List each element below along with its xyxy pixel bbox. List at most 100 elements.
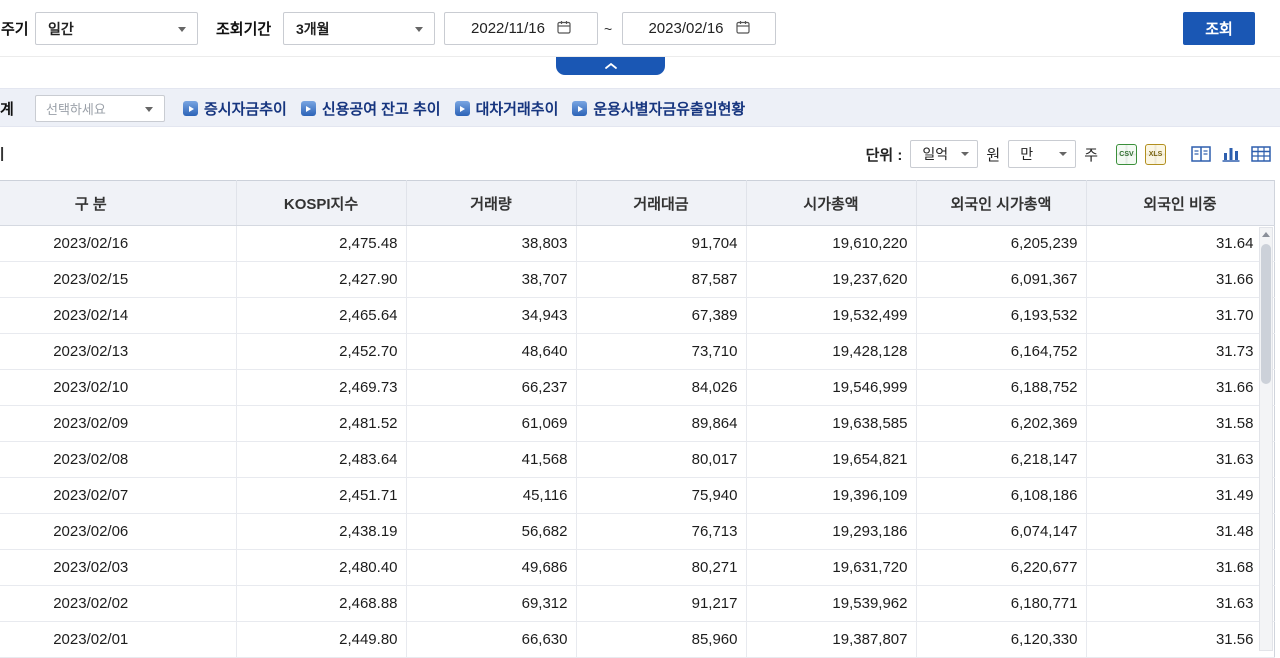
table-row: 2023/02/10 2,469.73 66,237 84,026 19,546,999…: [0, 369, 1275, 406]
col-header-value: 거래대금: [575, 180, 747, 226]
cell-value: 73,710: [575, 333, 747, 370]
cell-value: 2,468.88: [235, 585, 407, 622]
cell-value: 66,237: [405, 369, 577, 406]
cell-value: 69,312: [405, 585, 577, 622]
amount-unit-value: 일억: [922, 146, 949, 162]
col-header-marketcap: 시가총액: [745, 180, 917, 226]
col-header-volume: 거래량: [405, 180, 577, 226]
cell-date: 2023/02/15: [0, 261, 237, 298]
cell-value: 31.63: [1085, 585, 1275, 622]
chevron-down-icon: [961, 152, 970, 156]
split-view-icon[interactable]: [1190, 143, 1212, 165]
cell-value: 80,017: [575, 441, 747, 478]
play-icon: [572, 101, 588, 116]
cell-value: 38,803: [405, 225, 577, 262]
table-row: 2023/02/07 2,451.71 45,116 75,940 19,396,109…: [0, 477, 1275, 514]
table-row: 2023/02/03 2,480.40 49,686 80,271 19,631,720…: [0, 549, 1275, 586]
cell-value: 6,164,752: [915, 333, 1087, 370]
cell-date: 2023/02/03: [0, 549, 237, 586]
link-fund-flows-by-manager[interactable]: 운용사별자금유출입현황: [572, 98, 745, 119]
cell-value: 6,074,147: [915, 513, 1087, 550]
cell-date: 2023/02/10: [0, 369, 237, 406]
cell-value: 80,271: [575, 549, 747, 586]
link-credit-balance[interactable]: 신용공여 잔고 추이: [300, 98, 441, 119]
date-range-tilde: ~: [604, 20, 613, 37]
period-select[interactable]: 일간: [35, 12, 198, 45]
cell-value: 67,389: [575, 297, 747, 334]
cell-value: 87,587: [575, 261, 747, 298]
cell-date: 2023/02/07: [0, 477, 237, 514]
bar-chart-icon[interactable]: [1220, 143, 1242, 165]
date-from-input[interactable]: 2022/11/16: [444, 12, 598, 45]
cell-value: 84,026: [575, 369, 747, 406]
table-view-icon[interactable]: [1250, 143, 1272, 165]
cell-value: 19,539,962: [745, 585, 917, 622]
col-header-date: 구 분: [0, 180, 237, 226]
link-securities-lending[interactable]: 대차거래추이: [454, 98, 559, 119]
play-icon: [454, 101, 470, 116]
table-row: 2023/02/06 2,438.19 56,682 76,713 19,293,186…: [0, 513, 1275, 550]
cell-value: 19,293,186: [745, 513, 917, 550]
link-label: 대차거래추이: [475, 101, 559, 118]
link-stock-market-funds[interactable]: 증시자금추이: [183, 98, 287, 119]
cell-value: 56,682: [405, 513, 577, 550]
cell-value: 34,943: [405, 297, 577, 334]
csv-file-icon[interactable]: CSV: [1116, 143, 1137, 165]
col-header-kospi: KOSPI지수: [235, 180, 407, 226]
scrollbar-thumb[interactable]: [1261, 244, 1271, 384]
related-select[interactable]: 선택하세요: [35, 95, 165, 122]
range-label: 조회기간: [216, 21, 272, 38]
table-row: 2023/02/09 2,481.52 61,069 89,864 19,638,585…: [0, 405, 1275, 442]
range-select[interactable]: 3개월: [283, 12, 435, 45]
cell-value: 2,451.71: [235, 477, 407, 514]
cell-value: 6,091,367: [915, 261, 1087, 298]
table-header-row: 구 분 KOSPI지수 거래량 거래대금 시가총액 외국인 시가총액 외국인 비…: [0, 180, 1275, 226]
date-to-value: 2023/02/16: [648, 20, 724, 37]
vertical-scrollbar[interactable]: [1259, 227, 1273, 651]
calendar-icon[interactable]: [735, 20, 750, 38]
cell-date: 2023/02/06: [0, 513, 237, 550]
cell-date: 2023/02/09: [0, 405, 237, 442]
cell-value: 19,237,620: [745, 261, 917, 298]
cell-value: 19,387,807: [745, 621, 917, 658]
date-to-input[interactable]: 2023/02/16: [622, 12, 776, 45]
cell-value: 38,707: [405, 261, 577, 298]
cell-value: 2,465.64: [235, 297, 407, 334]
table-row: 2023/02/13 2,452.70 48,640 73,710 19,428,128…: [0, 333, 1275, 370]
cell-value: 2,475.48: [235, 225, 407, 262]
amount-unit-select[interactable]: 일억: [910, 140, 979, 168]
link-label: 운용사별자금유출입현황: [593, 101, 746, 118]
range-select-value: 3개월: [296, 20, 330, 37]
link-label: 신용공여 잔고 추이: [321, 101, 441, 118]
table-row: 2023/02/16 2,475.48 38,803 91,704 19,610,220…: [0, 225, 1275, 262]
table-row: 2023/02/02 2,468.88 69,312 91,217 19,539,962…: [0, 585, 1275, 622]
cell-date: 2023/02/14: [0, 297, 237, 334]
chevron-down-icon: [145, 106, 153, 112]
calendar-icon[interactable]: [557, 20, 571, 38]
scroll-up-arrow-icon[interactable]: [1260, 228, 1272, 241]
cell-value: 76,713: [575, 513, 747, 550]
cell-value: 41,568: [405, 441, 577, 478]
chevron-down-icon: [415, 26, 423, 32]
cell-value: 6,108,186: [915, 477, 1087, 514]
cell-value: 19,428,128: [745, 333, 917, 370]
cell-value: 91,704: [575, 225, 747, 262]
cell-date: 2023/02/01: [0, 621, 237, 658]
cell-value: 45,116: [405, 477, 577, 514]
volume-unit-select[interactable]: 만: [1008, 140, 1077, 168]
col-header-foreign-marketcap: 외국인 시가총액: [915, 180, 1087, 226]
unit-label: 단위 :: [865, 146, 903, 164]
cell-value: 19,532,499: [745, 297, 917, 334]
xls-file-icon[interactable]: XLS: [1145, 143, 1166, 165]
cell-value: 6,120,330: [915, 621, 1087, 658]
data-table-wrap: 구 분 KOSPI지수 거래량 거래대금 시가총액 외국인 시가총액 외국인 비…: [0, 180, 1275, 658]
cell-value: 91,217: [575, 585, 747, 622]
search-button[interactable]: 조회: [1183, 12, 1255, 45]
collapse-panel-tab[interactable]: [556, 57, 665, 75]
cell-value: 2,481.52: [235, 405, 407, 442]
volume-unit-suffix: 주: [1084, 146, 1098, 164]
cell-date: 2023/02/02: [0, 585, 237, 622]
cell-value: 89,864: [575, 405, 747, 442]
cell-value: 19,654,821: [745, 441, 917, 478]
cell-value: 19,396,109: [745, 477, 917, 514]
